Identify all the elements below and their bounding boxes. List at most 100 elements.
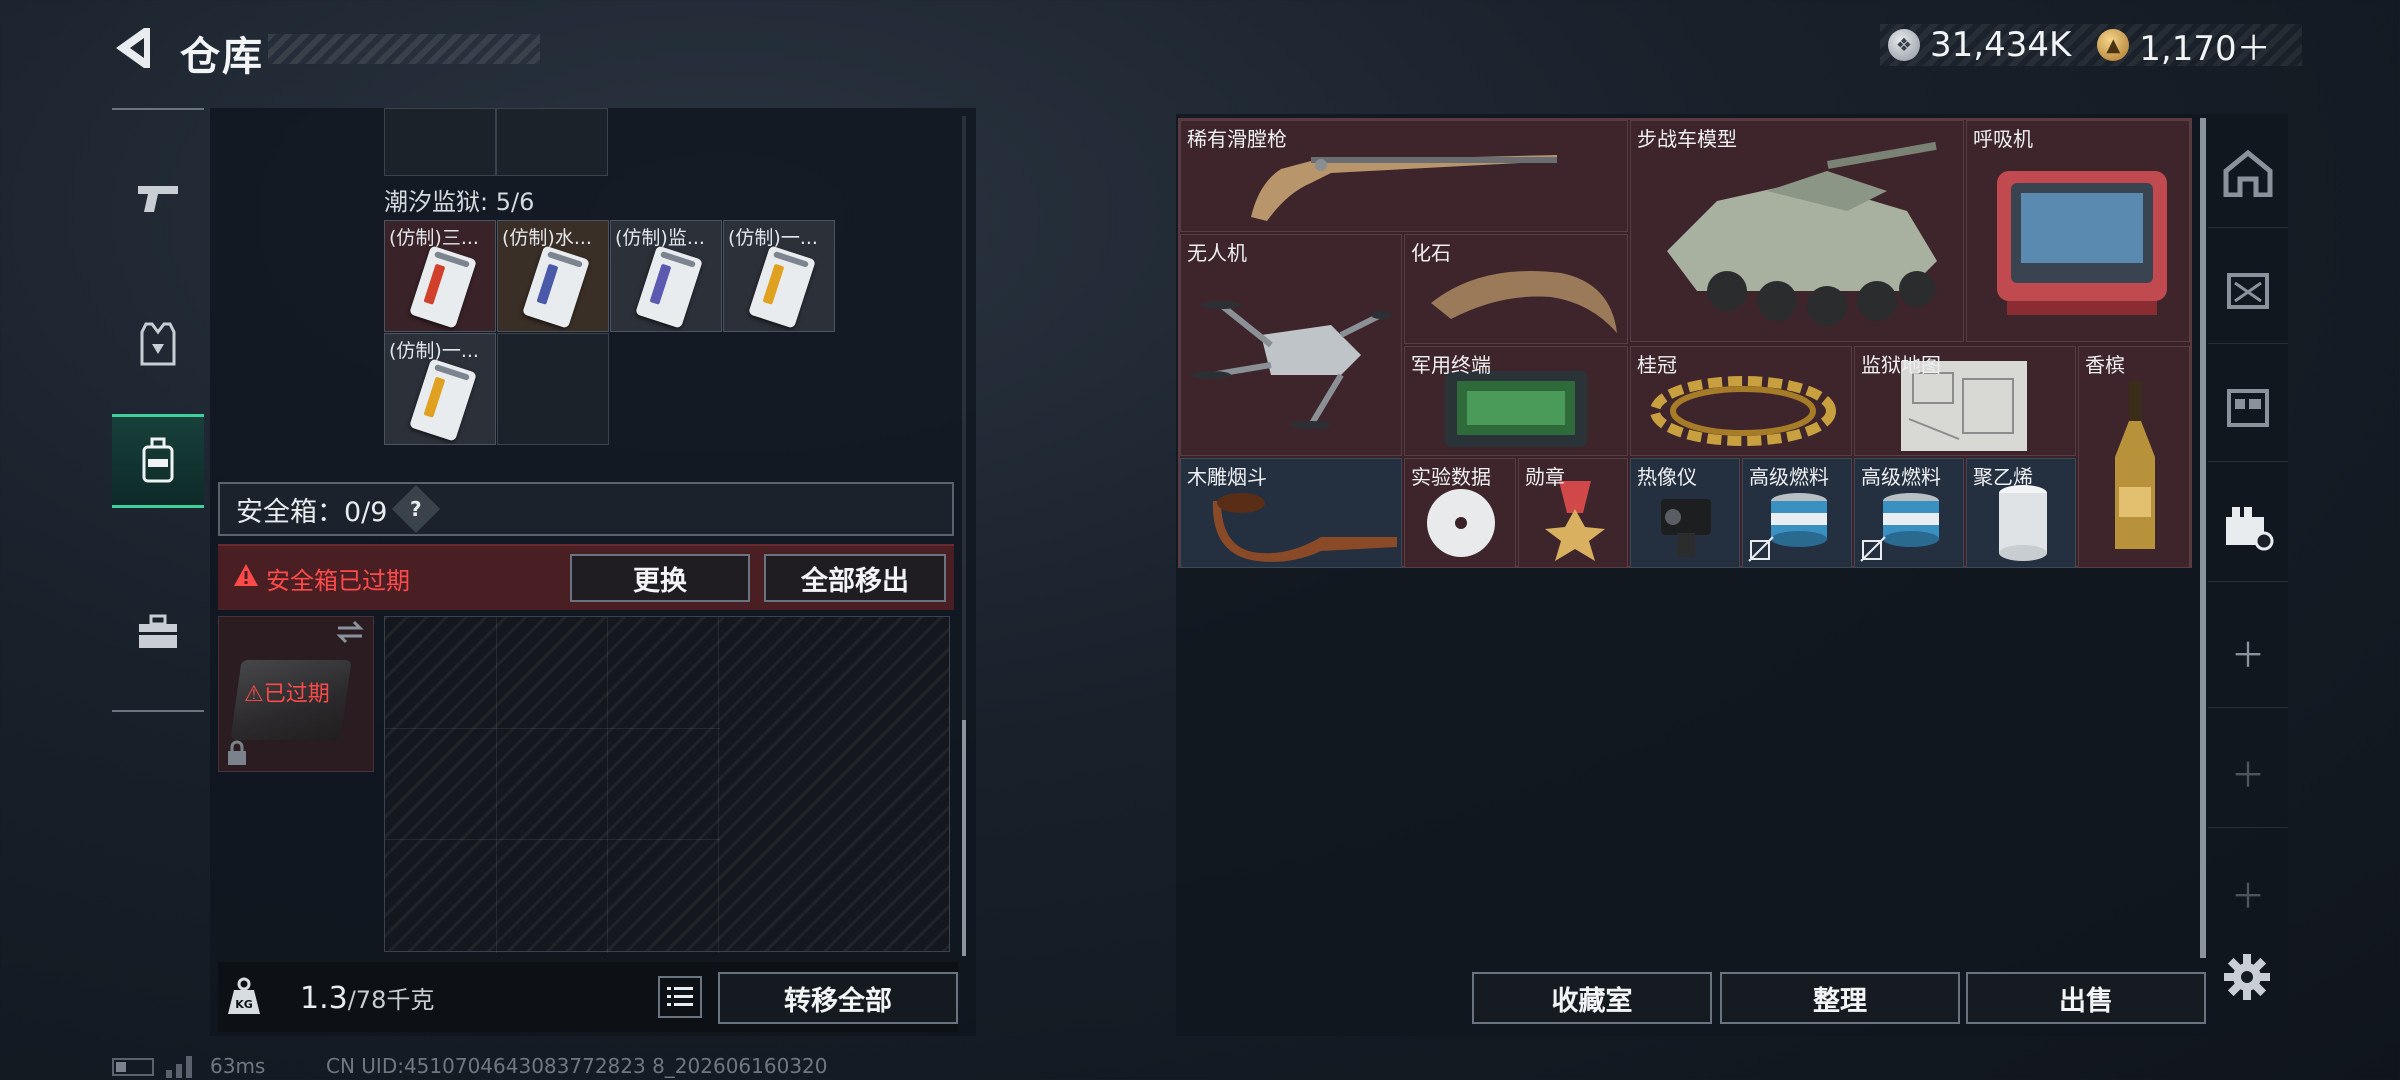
collection-item[interactable]: 军用终端 [1404, 346, 1628, 456]
container-item[interactable]: (仿制)三... [384, 220, 496, 332]
currency-bar[interactable]: ❖ 31,434K ▲ 1,170＋ [1880, 24, 2302, 69]
container-label: 潮汐监狱: 5/6 [384, 188, 535, 216]
polyethylene-roll-icon [1999, 485, 2047, 561]
safebox-expired-text: 安全箱已过期 [266, 567, 410, 595]
collection-item[interactable]: 呼吸机 [1966, 120, 2190, 342]
collection-item[interactable]: 稀有滑膛枪 [1180, 120, 1628, 232]
container-item[interactable]: (仿制)监... [610, 220, 722, 332]
safebox-slot-status-text: 已过期 [263, 682, 330, 707]
plus-icon: ＋ [2231, 756, 2265, 796]
item-label: 桂冠 [1637, 353, 1677, 377]
plus-icon: ＋ [2231, 876, 2265, 917]
tab-backpack[interactable] [112, 414, 204, 508]
silver-currency-value: 31,434K [1930, 25, 2072, 65]
collection-item[interactable]: 高级燃料 [1742, 458, 1852, 568]
collection-item[interactable]: 无人机 [1180, 234, 1402, 456]
battery-level [116, 1062, 126, 1072]
tab-toolbox[interactable] [112, 584, 204, 680]
add-warehouse-button[interactable]: ＋ [2208, 718, 2288, 828]
collection-item[interactable]: 桂冠 [1630, 346, 1852, 456]
collection-item[interactable]: 木雕烟斗 [1180, 458, 1402, 568]
item-label: 高级燃料 [1749, 465, 1829, 489]
transfer-all-button[interactable]: 转移全部 [718, 972, 958, 1024]
access-card-icon [635, 245, 703, 329]
vest-icon [140, 322, 176, 366]
grid-cell[interactable] [384, 108, 496, 176]
tab-warehouse-3[interactable] [2208, 352, 2288, 462]
collection-item[interactable]: 实验数据 [1404, 458, 1516, 568]
sort-button[interactable]: 整理 [1720, 972, 1960, 1024]
item-label: 无人机 [1187, 241, 1247, 265]
silver-coin-icon: ❖ [1888, 29, 1920, 61]
container-item[interactable]: (仿制)一... [723, 220, 835, 332]
access-card-icon [409, 245, 477, 329]
warning-icon [232, 562, 260, 592]
collection-item[interactable]: 高级燃料 [1854, 458, 1964, 568]
help-button[interactable]: ? [392, 484, 441, 534]
medal-icon [1545, 481, 1605, 561]
list-view-button[interactable] [658, 976, 702, 1018]
swap-icon[interactable] [334, 620, 366, 648]
safebox-grid[interactable] [384, 616, 950, 953]
no-sell-icon [1748, 536, 1774, 562]
signal-icon [164, 1052, 198, 1080]
back-button[interactable] [108, 22, 156, 74]
gold-coin-icon: ▲ [2097, 29, 2130, 61]
collection-item[interactable]: 化石 [1404, 234, 1628, 344]
collection-item[interactable]: 聚乙烯 [1966, 458, 2076, 568]
lock-icon [226, 740, 248, 770]
access-card-icon [409, 358, 477, 442]
safebox-slot-status: ⚠已过期 [244, 676, 330, 708]
settings-button[interactable] [2222, 952, 2272, 1006]
warehouse-scrollbar[interactable] [2200, 118, 2206, 958]
tab-warehouse-2[interactable] [2208, 234, 2288, 344]
replace-button[interactable]: 更换 [570, 554, 750, 602]
item-label: 高级燃料 [1861, 465, 1941, 489]
safebox-header: 安全箱：0/9 ? [218, 482, 954, 536]
collection-case-icon [2226, 506, 2274, 550]
sell-button[interactable]: 出售 [1966, 972, 2206, 1024]
item-label: 化石 [1411, 241, 1451, 265]
collection-item[interactable]: 监狱地图 [1854, 346, 2076, 456]
grid-cell[interactable] [496, 108, 608, 176]
tab-armor[interactable] [112, 296, 204, 392]
warning-icon: ⚠ [244, 682, 264, 707]
vault-button[interactable]: 收藏室 [1472, 972, 1712, 1024]
item-label: 军用终端 [1411, 353, 1491, 377]
collection-item[interactable]: 香槟 [2078, 346, 2190, 568]
tab-warehouse-home[interactable] [2208, 118, 2288, 228]
ventilator-icon [1997, 171, 2167, 315]
ifv-model-icon [1667, 141, 1937, 326]
shelf-icon [2227, 388, 2269, 427]
item-label: 勋章 [1525, 465, 1565, 489]
collection-item[interactable]: 热像仪 [1630, 458, 1740, 568]
collection-item[interactable]: 勋章 [1518, 458, 1628, 568]
tab-weapon[interactable] [112, 150, 204, 246]
collection-grid: 稀有滑膛枪 步战车模型 呼吸机 无人机 化石 军用终端 桂冠 监狱地图 香槟 木… [1178, 118, 2192, 568]
thermal-imager-icon [1661, 499, 1711, 557]
move-all-out-button[interactable]: 全部移出 [764, 554, 946, 602]
page-title: 仓库 [180, 34, 264, 80]
tab-warehouse-collection[interactable] [2208, 472, 2288, 582]
right-tab-rail: ＋ ＋ ＋ [2208, 118, 2288, 958]
pistol-icon [138, 186, 178, 212]
container-item[interactable]: (仿制)水... [497, 220, 609, 332]
weight-max: /78千克 [347, 986, 435, 1014]
backpack-scroll-thumb[interactable] [962, 720, 966, 956]
item-label: 监狱地图 [1861, 353, 1941, 377]
left-tab-rail [112, 108, 204, 712]
access-card-icon [522, 245, 590, 329]
collection-item[interactable]: 步战车模型 [1630, 120, 1964, 342]
fuel-can-icon [1883, 493, 1939, 547]
add-warehouse-button[interactable]: ＋ [2208, 838, 2288, 948]
grid-cell[interactable] [497, 333, 609, 445]
no-sell-icon [1860, 536, 1886, 562]
latency-text: 63ms [210, 1054, 266, 1078]
safebox-capacity: 安全箱：0/9 [236, 496, 388, 528]
item-label: 聚乙烯 [1973, 465, 2033, 489]
backpack-icon [142, 437, 174, 483]
weight-value: 1.3/78千克 [300, 980, 434, 1016]
back-arrow-icon [116, 28, 150, 68]
add-warehouse-button[interactable]: ＋ [2208, 598, 2288, 708]
container-item[interactable]: (仿制)一... [384, 333, 496, 445]
